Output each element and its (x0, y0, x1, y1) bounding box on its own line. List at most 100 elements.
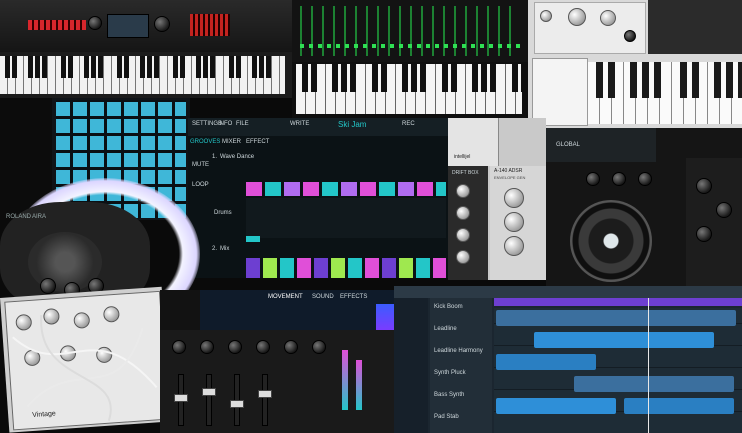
track-name[interactable]: Bass Synth (434, 392, 464, 398)
tablet-waveform (376, 304, 396, 330)
tab-mixer[interactable]: MIXER (222, 139, 241, 145)
fader-cap[interactable] (258, 390, 272, 398)
track-name[interactable]: Leadline (434, 326, 457, 332)
mixer-knob (312, 340, 326, 354)
daw-lane (494, 308, 742, 433)
green-synth-keys (296, 64, 522, 114)
aira-brand: ROLAND (6, 214, 32, 220)
track-name[interactable]: Leadline Harmony (434, 348, 483, 354)
module-knob (456, 184, 470, 198)
fader-cap[interactable] (174, 394, 188, 402)
daw-screen: Kick Boom Leadline Leadline Harmony Synt… (394, 286, 742, 433)
black-knob (624, 30, 636, 42)
mixer-knob (256, 340, 270, 354)
module-knob (456, 206, 470, 220)
dj-knob (696, 226, 712, 242)
tab-movement[interactable]: MOVEMENT (268, 294, 303, 300)
dj-controller-photo: GLOBAL (546, 128, 742, 286)
fader-cap[interactable] (230, 400, 244, 408)
synth-workstation-photo (0, 0, 292, 98)
dj-global-label: GLOBAL (556, 142, 581, 148)
white-knob (540, 10, 552, 22)
track-name[interactable]: Pad Stab (434, 414, 459, 420)
dj-knob (716, 202, 732, 218)
fader-cap[interactable] (202, 388, 216, 396)
green-synth-sliders (300, 6, 520, 56)
tab-effects[interactable]: EFFECTS (340, 294, 367, 300)
channel-fader[interactable] (262, 374, 268, 426)
row-1-num: 1. (212, 154, 218, 160)
dj-knob (638, 172, 652, 186)
adsr-knob (504, 212, 524, 232)
white-synth-keys (588, 62, 742, 124)
daw-playhead[interactable] (648, 298, 649, 433)
audio-clip[interactable] (496, 354, 596, 370)
dj-knob (612, 172, 626, 186)
tab-file[interactable]: FILE (236, 121, 249, 127)
adsr-title: A-140 ADSR (494, 168, 523, 174)
tab-effect[interactable]: EFFECT (246, 139, 269, 145)
audio-clip[interactable] (496, 310, 736, 326)
write-button[interactable]: WRITE (290, 121, 309, 127)
synth-knob (88, 16, 102, 30)
white-modular-photo (528, 0, 742, 128)
module-knob (456, 250, 470, 264)
patch-cables (12, 315, 158, 422)
synth-knob (154, 16, 170, 32)
rec-button[interactable]: REC (402, 121, 415, 127)
synth-pad-grid (28, 20, 86, 30)
white-synth-black-keys (588, 62, 742, 98)
eurorack-photo: intellijel DRIFT BOX A-140 ADSR ENVELOPE… (448, 118, 546, 280)
module-intellijel: intellijel (448, 118, 499, 166)
tablet-screen: MOVEMENT SOUND EFFECTS (200, 290, 396, 331)
mixer-vu-strip (356, 360, 362, 410)
daw-toolbar (394, 286, 742, 298)
dj-knob (696, 178, 712, 194)
audio-clip[interactable] (624, 398, 734, 414)
dj-screen: GLOBAL (546, 128, 656, 162)
white-module-panel (534, 2, 646, 54)
app-nav-bar: GROOVES MIXER EFFECT (188, 138, 448, 148)
audio-clip[interactable] (574, 376, 734, 392)
green-synth-black-keys (296, 64, 522, 92)
adsr-sub: ENVELOPE GEN (494, 175, 526, 180)
scene-accent (246, 236, 260, 242)
modular-synth-photo: Vintage (0, 286, 172, 433)
dark-module (648, 0, 742, 54)
audio-clip[interactable] (496, 398, 616, 414)
white-knob (600, 10, 616, 26)
green-synth-panel (292, 0, 528, 62)
track-name[interactable]: Synth Pluck (434, 370, 466, 376)
side-label-mute: MUTE (192, 162, 209, 168)
jog-wheel-icon[interactable] (570, 200, 652, 282)
channel-fader[interactable] (206, 374, 212, 426)
row-1-clips (246, 182, 446, 196)
synth-black-keys (0, 56, 285, 78)
aira-knob (40, 278, 56, 294)
tab-sound[interactable]: SOUND (312, 294, 334, 300)
aira-model: AIRA (32, 214, 47, 220)
green-synth-leds (300, 44, 520, 48)
mixer-knob (200, 340, 214, 354)
daw-browser (394, 298, 428, 433)
synth-screen (107, 14, 149, 38)
tab-grooves[interactable]: GROOVES (190, 139, 220, 145)
app-top-bar: SETTINGS INFO FILE WRITE Ski Jam REC (188, 118, 448, 136)
daw-ruler (494, 298, 742, 306)
row-1-dark (246, 198, 446, 238)
side-label-drums: Drums (214, 210, 232, 216)
synth-keybed (0, 56, 285, 94)
synth-pad-grid-2 (190, 14, 230, 36)
module-brand: intellijel (454, 154, 471, 160)
track-name[interactable]: Kick Boom (434, 304, 463, 310)
row-2-name: Mix (220, 246, 230, 252)
tab-info[interactable]: INFO (218, 121, 232, 127)
audio-clip[interactable] (534, 332, 714, 348)
row-1-name: Wave Dance (220, 154, 255, 160)
mixer-knob (284, 340, 298, 354)
mixer-knob (172, 340, 186, 354)
row-2-clips (246, 258, 446, 278)
song-name: Ski Jam (338, 120, 367, 129)
mixer-photo: MOVEMENT SOUND EFFECTS (160, 290, 396, 433)
module-title: DRIFT BOX (452, 170, 479, 176)
